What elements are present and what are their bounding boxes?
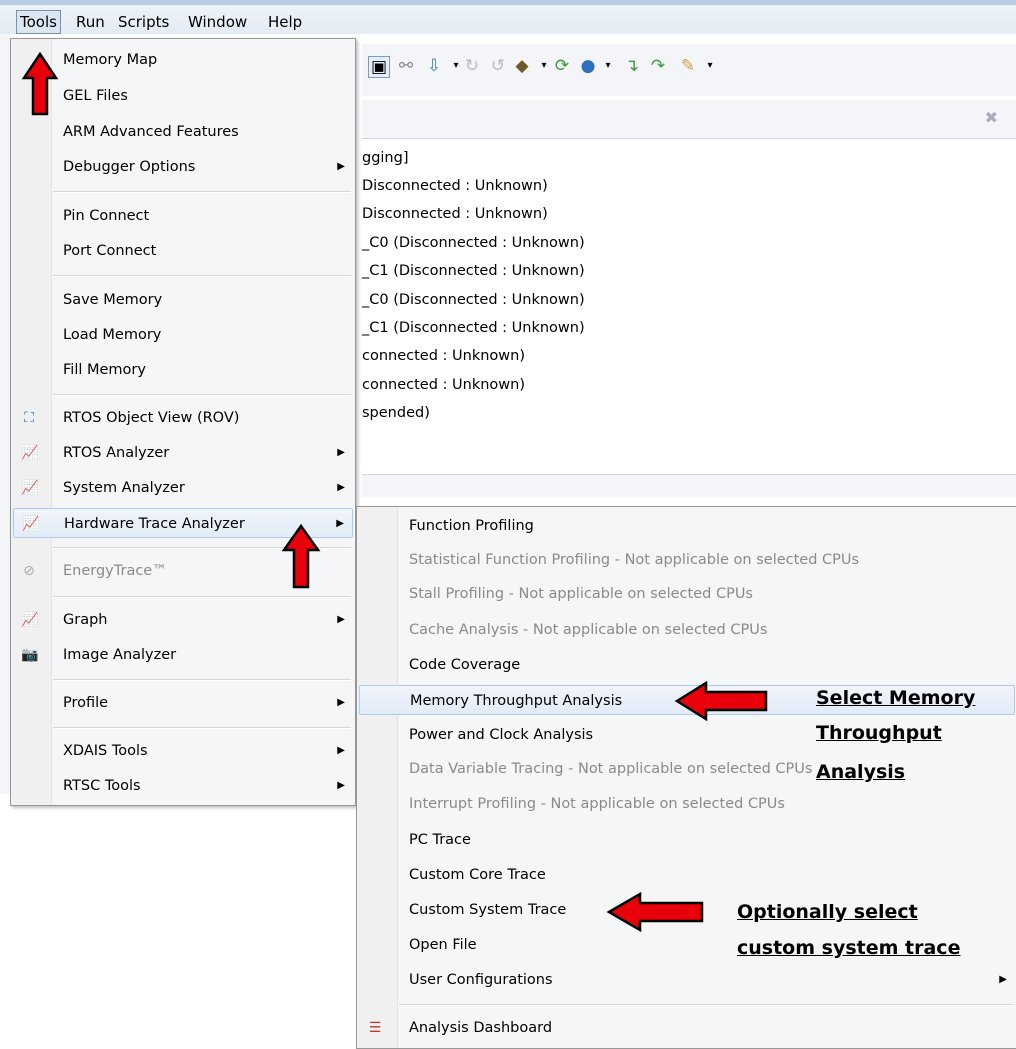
rov-icon: ⛶ (24, 410, 34, 426)
reset-icon[interactable]: ↻ (462, 56, 482, 76)
restart-icon[interactable]: ↺ (488, 56, 508, 76)
menu-scripts[interactable]: Scripts (118, 11, 169, 33)
chart-icon: 📈 (21, 480, 39, 496)
menu-item-rtos-analyzer[interactable]: 📈 RTOS Analyzer ▶ (13, 438, 353, 468)
menu-bar: Tools Run Scripts Window Help (0, 0, 1016, 34)
menu-item-interrupt-profiling[interactable]: Interrupt Profiling - Not applicable on … (359, 789, 1015, 819)
tree-item[interactable]: Disconnected : Unknown) (362, 176, 548, 196)
no-entry-icon: ⊘ (23, 563, 35, 579)
dashboard-icon: ☰ (368, 1020, 382, 1036)
menu-item-statistical-function-profiling[interactable]: Statistical Function Profiling - Not app… (359, 545, 1015, 575)
chart-icon: 📈 (21, 612, 39, 628)
debug-view-tabbar: ✖ (362, 100, 1016, 139)
submenu-arrow-icon: ▶ (336, 518, 344, 529)
pencil-icon[interactable]: ✎ (678, 56, 698, 76)
menu-item-data-variable-tracing[interactable]: Data Variable Tracing - Not applicable o… (359, 754, 1015, 784)
menu-separator (53, 275, 351, 277)
memory-icon[interactable]: ◆ (512, 56, 532, 76)
menu-item-load-memory[interactable]: Load Memory (13, 320, 353, 350)
menu-item-arm-advanced-features[interactable]: ARM Advanced Features (13, 117, 353, 147)
submenu-arrow-icon: ▶ (337, 745, 345, 756)
menu-window[interactable]: Window (188, 11, 247, 33)
menu-item-pc-trace[interactable]: PC Trace (359, 825, 1015, 855)
menu-item-analysis-dashboard[interactable]: ☰ Analysis Dashboard (359, 1013, 1015, 1043)
submenu-arrow-icon: ▶ (337, 161, 345, 172)
submenu-arrow-icon: ▶ (337, 447, 345, 458)
annotation-memory-line3: Analysis (816, 761, 906, 783)
annotation-custom-line2: custom system trace (737, 937, 961, 959)
menu-item-save-memory[interactable]: Save Memory (13, 285, 353, 315)
expression-icon[interactable]: ● (578, 56, 598, 76)
menu-item-cache-analysis[interactable]: Cache Analysis - Not applicable on selec… (359, 615, 1015, 645)
lower-panel-header (362, 474, 1016, 497)
menu-item-pin-connect[interactable]: Pin Connect (13, 201, 353, 231)
tools-menu: Memory Map GEL Files ARM Advanced Featur… (10, 38, 356, 806)
debug-toolbar: ▣ ⚯ ⇩ ▾ ↻ ↺ ◆ ▾ ⟳ ● ▾ ↴ ↷ ✎ ▾ (362, 44, 1016, 96)
menu-run[interactable]: Run (76, 11, 105, 33)
dropdown-icon[interactable]: ▾ (598, 56, 618, 76)
menu-help[interactable]: Help (268, 11, 302, 33)
tree-item[interactable]: _C0 (Disconnected : Unknown) (362, 233, 585, 253)
annotation-arrow-memory-throughput (674, 680, 768, 722)
menu-item-port-connect[interactable]: Port Connect (13, 236, 353, 266)
menu-item-code-coverage[interactable]: Code Coverage (359, 650, 1015, 680)
menu-item-xdais-tools[interactable]: XDAIS Tools ▶ (13, 736, 353, 766)
menu-item-profile[interactable]: Profile ▶ (13, 688, 353, 718)
submenu-arrow-icon: ▶ (337, 780, 345, 791)
tree-item[interactable]: spended) (362, 403, 430, 423)
camera-icon: 📷 (21, 647, 39, 663)
connect-icon[interactable]: ⚯ (396, 56, 416, 76)
annotation-memory-line2: Throughput (816, 722, 942, 744)
submenu-arrow-icon: ▶ (337, 697, 345, 708)
annotation-arrow-up-tools (21, 51, 59, 116)
step-over-icon[interactable]: ↴ (622, 56, 642, 76)
menu-item-memory-map[interactable]: Memory Map (13, 45, 353, 75)
tree-item[interactable]: _C1 (Disconnected : Unknown) (362, 261, 585, 281)
submenu-arrow-icon: ▶ (337, 482, 345, 493)
refresh-icon[interactable]: ⟳ (552, 56, 572, 76)
menu-item-gel-files[interactable]: GEL Files (13, 81, 353, 111)
annotation-arrow-up-hw-trace (281, 523, 321, 589)
menu-separator (53, 191, 351, 193)
debug-view-icon[interactable]: ▣ (368, 56, 390, 78)
menu-item-system-analyzer[interactable]: 📈 System Analyzer ▶ (13, 473, 353, 503)
menu-item-user-configurations[interactable]: User Configurations ▶ (359, 965, 1015, 995)
tree-item[interactable]: connected : Unknown) (362, 375, 525, 395)
submenu-arrow-icon: ▶ (999, 974, 1007, 985)
menu-item-function-profiling[interactable]: Function Profiling (359, 511, 1015, 541)
menu-separator (53, 679, 351, 681)
menu-separator (399, 1004, 1013, 1006)
annotation-arrow-custom-system-trace (606, 891, 704, 933)
tree-item[interactable]: connected : Unknown) (362, 346, 525, 366)
dropdown-icon[interactable]: ▾ (534, 56, 554, 76)
chart-icon: 📈 (21, 445, 39, 461)
load-program-icon[interactable]: ⇩ (424, 56, 444, 76)
menu-item-stall-profiling[interactable]: Stall Profiling - Not applicable on sele… (359, 579, 1015, 609)
menu-item-image-analyzer[interactable]: 📷 Image Analyzer (13, 640, 353, 670)
menu-tools[interactable]: Tools (16, 10, 61, 34)
submenu-arrow-icon: ▶ (337, 614, 345, 625)
menu-item-rtos-object-view[interactable]: ⛶ RTOS Object View (ROV) (13, 403, 353, 433)
tree-item[interactable]: gging] (362, 148, 409, 168)
menu-item-fill-memory[interactable]: Fill Memory (13, 355, 353, 385)
chart-icon: 📈 (22, 516, 40, 532)
hardware-trace-submenu: Function Profiling Statistical Function … (356, 506, 1016, 1049)
tree-item[interactable]: Disconnected : Unknown) (362, 204, 548, 224)
annotation-memory-line1: Select Memory (816, 687, 976, 709)
menu-separator (53, 596, 351, 598)
tree-item[interactable]: _C1 (Disconnected : Unknown) (362, 318, 585, 338)
menu-item-graph[interactable]: 📈 Graph ▶ (13, 605, 353, 635)
left-edge-panel (0, 34, 10, 794)
annotation-custom-line1: Optionally select (737, 901, 918, 923)
menu-separator (53, 394, 351, 396)
menu-item-rtsc-tools[interactable]: RTSC Tools ▶ (13, 771, 353, 801)
step-return-icon[interactable]: ↷ (648, 56, 668, 76)
menu-item-custom-core-trace[interactable]: Custom Core Trace (359, 860, 1015, 890)
close-view-icon[interactable]: ✖ (985, 108, 998, 127)
tree-item[interactable]: _C0 (Disconnected : Unknown) (362, 290, 585, 310)
menu-item-debugger-options[interactable]: Debugger Options ▶ (13, 152, 353, 182)
menu-separator (53, 727, 351, 729)
dropdown-icon[interactable]: ▾ (700, 56, 720, 76)
